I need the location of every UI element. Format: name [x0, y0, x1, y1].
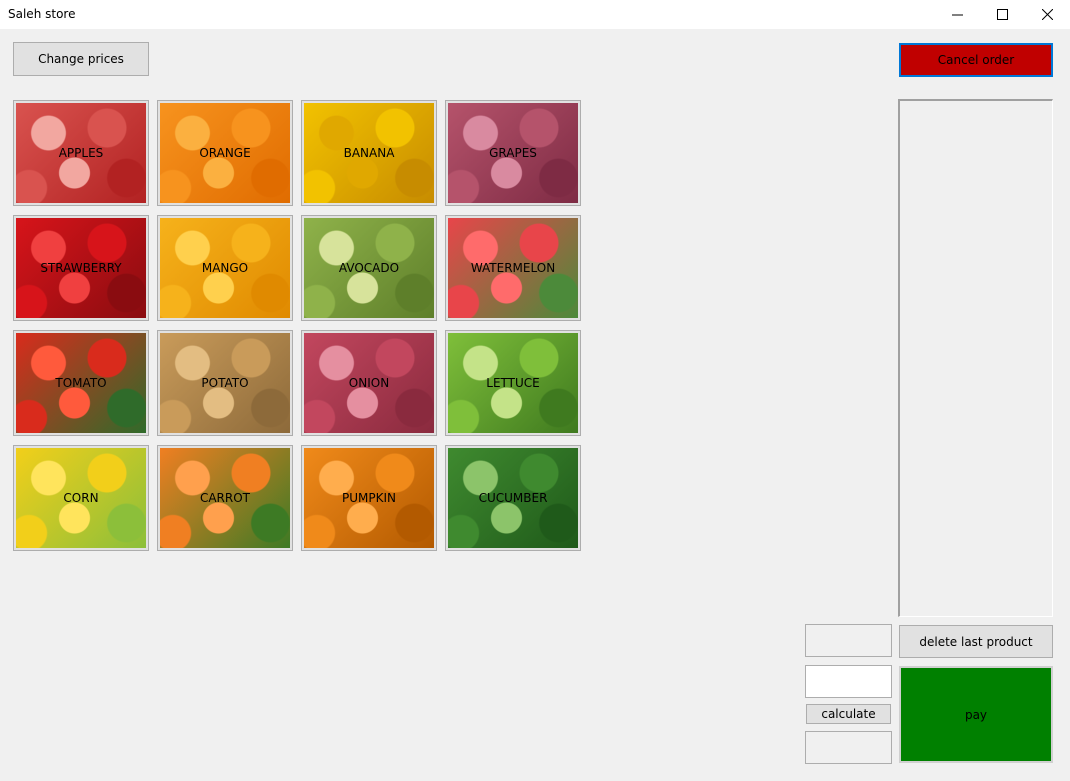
product-label: AVOCADO — [338, 261, 400, 275]
product-button-watermelon[interactable]: WATERMELON — [445, 215, 581, 321]
product-label: CUCUMBER — [478, 491, 548, 505]
product-label: APPLES — [58, 146, 104, 160]
grapes-image: GRAPES — [448, 103, 578, 203]
product-button-grapes[interactable]: GRAPES — [445, 100, 581, 206]
product-button-avocado[interactable]: AVOCADO — [301, 215, 437, 321]
product-label: ONION — [348, 376, 390, 390]
product-label: MANGO — [201, 261, 249, 275]
cucumber-image: CUCUMBER — [448, 448, 578, 548]
tomato-image: TOMATO — [16, 333, 146, 433]
watermelon-image: WATERMELON — [448, 218, 578, 318]
calculate-button[interactable]: calculate — [806, 704, 891, 724]
close-icon — [1041, 9, 1053, 20]
delete-last-product-button[interactable]: delete last product — [899, 625, 1053, 658]
product-button-onion[interactable]: ONION — [301, 330, 437, 436]
cancel-order-label: Cancel order — [937, 53, 1015, 67]
product-button-potato[interactable]: POTATO — [157, 330, 293, 436]
product-button-mango[interactable]: MANGO — [157, 215, 293, 321]
product-label: LETTUCE — [486, 376, 540, 390]
product-label: PUMPKIN — [342, 491, 396, 505]
change-prices-label: Change prices — [38, 52, 124, 66]
pumpkin-image: PUMPKIN — [304, 448, 434, 548]
product-label: BANANA — [343, 146, 395, 160]
change-field[interactable] — [805, 731, 892, 764]
orange-image: ORANGE — [160, 103, 290, 203]
corn-image: CORN — [16, 448, 146, 548]
product-button-carrot[interactable]: CARROT — [157, 445, 293, 551]
calculate-label: calculate — [821, 707, 876, 721]
mango-image: MANGO — [160, 218, 290, 318]
product-label: CORN — [63, 491, 99, 505]
paid-amount-input[interactable] — [805, 665, 892, 698]
cancel-order-button[interactable]: Cancel order — [899, 43, 1053, 77]
product-button-tomato[interactable]: TOMATO — [13, 330, 149, 436]
potato-image: POTATO — [160, 333, 290, 433]
window-title: Saleh store — [8, 7, 76, 21]
title-bar: Saleh store — [0, 0, 1070, 29]
lettuce-image: LETTUCE — [448, 333, 578, 433]
change-prices-button[interactable]: Change prices — [13, 42, 149, 76]
product-button-strawberry[interactable]: STRAWBERRY — [13, 215, 149, 321]
product-button-orange[interactable]: ORANGE — [157, 100, 293, 206]
product-label: STRAWBERRY — [40, 261, 122, 275]
maximize-icon — [996, 9, 1008, 20]
product-button-lettuce[interactable]: LETTUCE — [445, 330, 581, 436]
pay-button[interactable]: pay — [899, 666, 1053, 763]
order-list[interactable] — [898, 99, 1053, 617]
product-button-banana[interactable]: BANANA — [301, 100, 437, 206]
minimize-button[interactable] — [934, 0, 980, 29]
maximize-button[interactable] — [979, 0, 1025, 29]
product-button-cucumber[interactable]: CUCUMBER — [445, 445, 581, 551]
strawberry-image: STRAWBERRY — [16, 218, 146, 318]
apples-image: APPLES — [16, 103, 146, 203]
onion-image: ONION — [304, 333, 434, 433]
close-button[interactable] — [1024, 0, 1070, 29]
product-label: CARROT — [199, 491, 251, 505]
carrot-image: CARROT — [160, 448, 290, 548]
avocado-image: AVOCADO — [304, 218, 434, 318]
product-label: TOMATO — [55, 376, 107, 390]
product-label: ORANGE — [199, 146, 251, 160]
product-button-pumpkin[interactable]: PUMPKIN — [301, 445, 437, 551]
product-button-apples[interactable]: APPLES — [13, 100, 149, 206]
delete-last-product-label: delete last product — [919, 634, 1033, 649]
product-label: WATERMELON — [470, 261, 556, 275]
product-label: POTATO — [201, 376, 249, 390]
product-button-corn[interactable]: CORN — [13, 445, 149, 551]
minimize-icon — [951, 14, 963, 16]
pay-label: pay — [964, 707, 988, 722]
product-label: GRAPES — [489, 146, 537, 160]
banana-image: BANANA — [304, 103, 434, 203]
total-field[interactable] — [805, 624, 892, 657]
